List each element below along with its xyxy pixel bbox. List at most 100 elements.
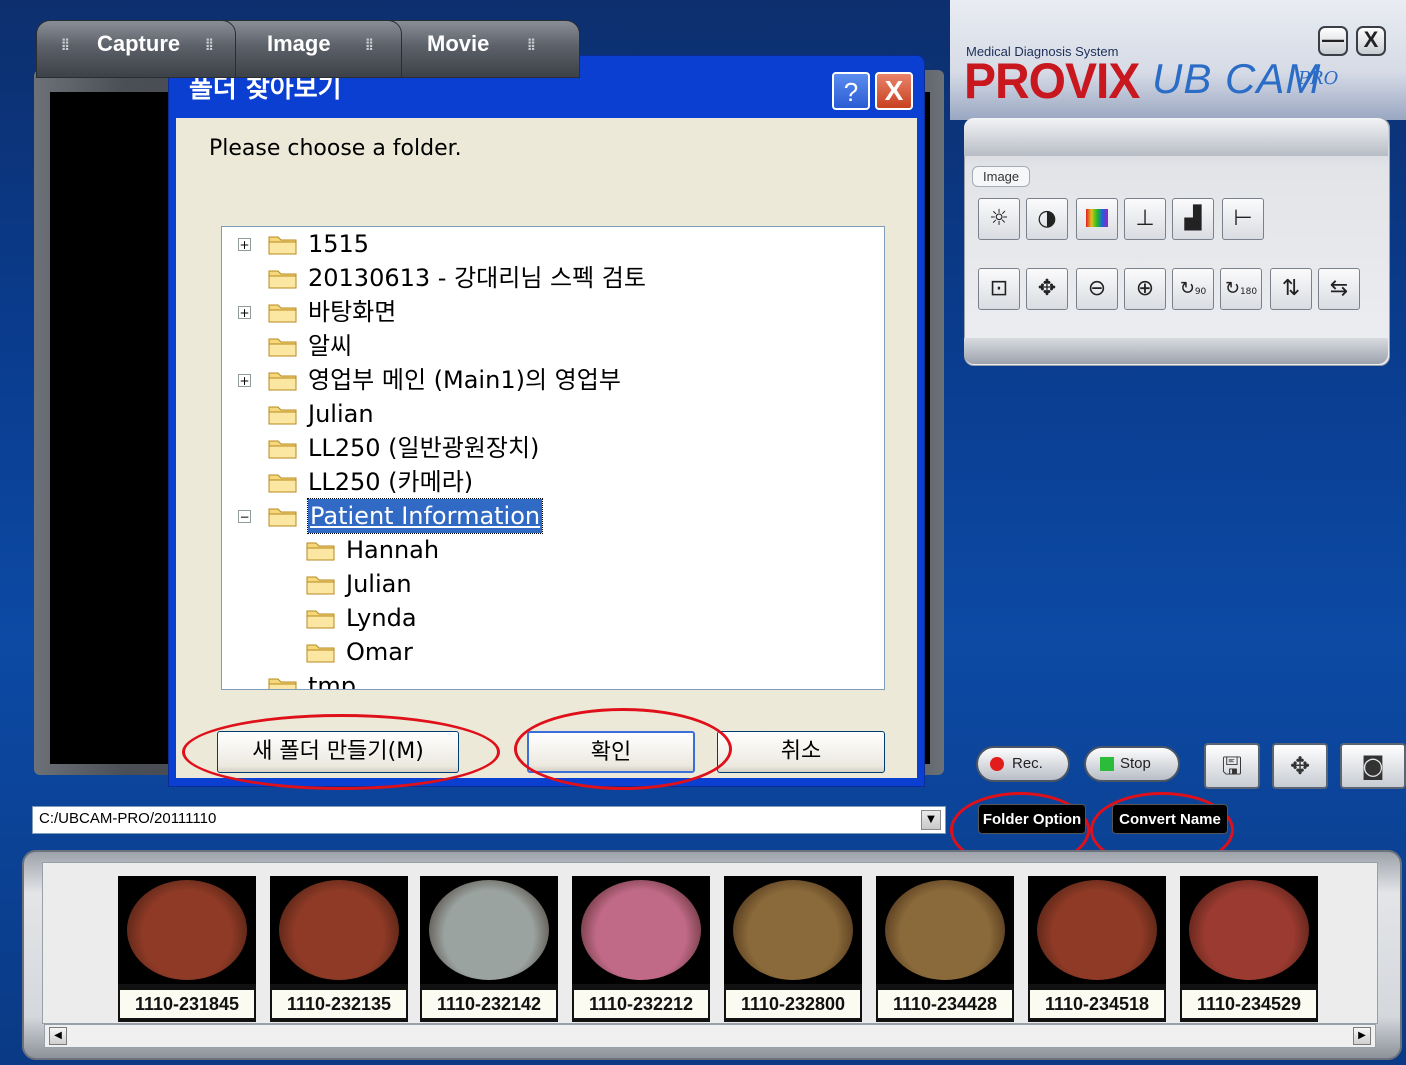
folder-icon	[268, 236, 297, 255]
camera-button[interactable]: ◙	[1340, 743, 1406, 789]
help-button[interactable]: ?	[832, 72, 870, 110]
line-button[interactable]: ⊢	[1222, 198, 1264, 240]
contrast-button[interactable]: ◑	[1026, 198, 1068, 240]
tree-node[interactable]: Omar	[222, 635, 882, 669]
mirror-button[interactable]: ⇆	[1318, 268, 1360, 310]
gallery-scrollbar[interactable]: ◀ ▶	[44, 1024, 1376, 1048]
tree-node[interactable]: − Patient Information	[222, 498, 882, 534]
tools-panel-header	[964, 118, 1388, 156]
scroll-right-button[interactable]: ▶	[1353, 1027, 1371, 1045]
record-button[interactable]: Rec.	[976, 746, 1070, 782]
collapse-icon[interactable]: −	[238, 510, 251, 523]
zoom-in-button[interactable]: ⊕	[1124, 268, 1166, 310]
tree-node-label: LL250 (일반광원장치)	[308, 434, 540, 462]
thumbnail-caption: 1110-234428	[878, 990, 1012, 1018]
folder-option-button[interactable]: Folder Option	[978, 804, 1086, 834]
thumbnail-item[interactable]: 1110-232142	[420, 876, 558, 1022]
thumbnail-image	[118, 876, 256, 984]
browse-folder-dialog: 폴더 찾아보기 ? X Please choose a folder. +151…	[168, 55, 925, 787]
thumbnail-image	[1180, 876, 1318, 984]
zoom-out-button[interactable]: ⊖	[1076, 268, 1118, 310]
folder-icon	[268, 508, 297, 527]
dropdown-button[interactable]: ▼	[921, 810, 941, 830]
endoscope-view	[733, 880, 853, 980]
expand-icon[interactable]: +	[238, 306, 251, 319]
dialog-close-button[interactable]: X	[875, 72, 913, 110]
expand-icon[interactable]: +	[238, 374, 251, 387]
thumbnail-item[interactable]: 1110-232135	[270, 876, 408, 1022]
rotate-180-button[interactable]: ↻180	[1220, 268, 1262, 310]
move-button[interactable]: ✥	[1026, 268, 1068, 310]
thumbnail-caption: 1110-232142	[422, 990, 556, 1018]
tree-node-label: 1515	[308, 230, 370, 258]
flip-button[interactable]: ⇅	[1270, 268, 1312, 310]
brightness-button[interactable]: ☼	[978, 198, 1020, 240]
cancel-button[interactable]: 취소	[717, 731, 885, 773]
tree-node[interactable]: Julian	[222, 567, 882, 601]
folder-icon	[268, 678, 297, 689]
tab-image[interactable]: Image ⁞⁞	[212, 20, 402, 78]
tree-node[interactable]: tmp	[222, 669, 882, 689]
tree-node[interactable]: 20130613 - 강대리님 스펙 검토	[222, 261, 882, 295]
tab-label: Image	[267, 31, 331, 56]
chevron-right-icon: ▶	[1358, 1030, 1366, 1041]
endoscope-view	[127, 880, 247, 980]
contrast-icon: ◑	[1037, 206, 1057, 231]
folder-icon	[268, 304, 297, 323]
endoscope-view	[429, 880, 549, 980]
tree-node-label: 바탕화면	[308, 298, 397, 326]
fullscreen-button[interactable]: ✥	[1272, 743, 1328, 789]
tree-node[interactable]: Hannah	[222, 533, 882, 567]
color-button[interactable]	[1076, 198, 1118, 240]
thumbnail-caption: 1110-231845	[120, 990, 254, 1018]
tree-node[interactable]: Lynda	[222, 601, 882, 635]
logo-brand: PROVIX	[964, 53, 1140, 110]
tree-node[interactable]: LL250 (일반광원장치)	[222, 431, 882, 465]
thumbnail-item[interactable]: 1110-234518	[1028, 876, 1166, 1022]
thumbnail-item[interactable]: 1110-234529	[1180, 876, 1318, 1022]
convert-name-button[interactable]: Convert Name	[1112, 804, 1228, 834]
path-select[interactable]: C:/UBCAM-PRO/20111110 ▼	[32, 806, 946, 834]
tree-node[interactable]: + 영업부 메인 (Main1)의 영업부	[222, 363, 882, 397]
tree-node[interactable]: Julian	[222, 397, 882, 431]
move-icon: ✥	[1037, 276, 1057, 301]
folder-tree[interactable]: +1515 20130613 - 강대리님 스펙 검토 + 바탕화면 알씨 + 영업부 메인…	[221, 226, 885, 690]
thumbnail-item[interactable]: 1110-234428	[876, 876, 1014, 1022]
tree-node[interactable]: + 바탕화면	[222, 295, 882, 329]
rotate-180-icon: ↻	[1224, 278, 1240, 299]
tree-node[interactable]: +1515	[222, 227, 882, 261]
thumbnail-image	[270, 876, 408, 984]
tree-node[interactable]: 알씨	[222, 329, 882, 363]
rotate-90-button[interactable]: ↻90	[1172, 268, 1214, 310]
folder-icon	[268, 372, 297, 391]
save-icon: 🖫	[1221, 752, 1243, 780]
tree-node-label: Julian	[346, 570, 412, 598]
help-icon: ?	[843, 77, 859, 107]
stop-icon	[1100, 757, 1114, 771]
tab-capture[interactable]: ⁞⁞ Capture ⁞⁞	[36, 20, 236, 78]
minimize-button[interactable]: —	[1318, 26, 1348, 56]
thumbnail-item[interactable]: 1110-232800	[724, 876, 862, 1022]
level-icon: ⊥	[1135, 206, 1155, 231]
histogram-button[interactable]: ▟	[1172, 198, 1214, 240]
thumbnail-item[interactable]: 1110-231845	[118, 876, 256, 1022]
stop-button[interactable]: Stop	[1084, 746, 1180, 782]
thumbnail-item[interactable]: 1110-232212	[572, 876, 710, 1022]
rotate-90-label: 90	[1194, 287, 1207, 297]
endoscope-view	[279, 880, 399, 980]
close-window-button[interactable]: X	[1356, 26, 1386, 56]
path-value: C:/UBCAM-PRO/20111110	[39, 810, 217, 827]
tree-node[interactable]: LL250 (카메라)	[222, 465, 882, 499]
tab-movie[interactable]: Movie ⁞⁞	[380, 20, 580, 78]
endoscope-view	[581, 880, 701, 980]
folder-icon	[268, 474, 297, 493]
thumbnail-caption: 1110-234518	[1030, 990, 1164, 1018]
scroll-left-button[interactable]: ◀	[49, 1027, 67, 1045]
highlight-oval	[182, 714, 500, 790]
save-button[interactable]: 🖫	[1204, 743, 1260, 789]
logo-product: UB CAM	[1152, 55, 1322, 102]
zoom-in-icon: ⊕	[1135, 276, 1155, 301]
expand-icon[interactable]: +	[238, 238, 251, 251]
zoom-area-button[interactable]: ⊡	[978, 268, 1020, 310]
level-button[interactable]: ⊥	[1124, 198, 1166, 240]
